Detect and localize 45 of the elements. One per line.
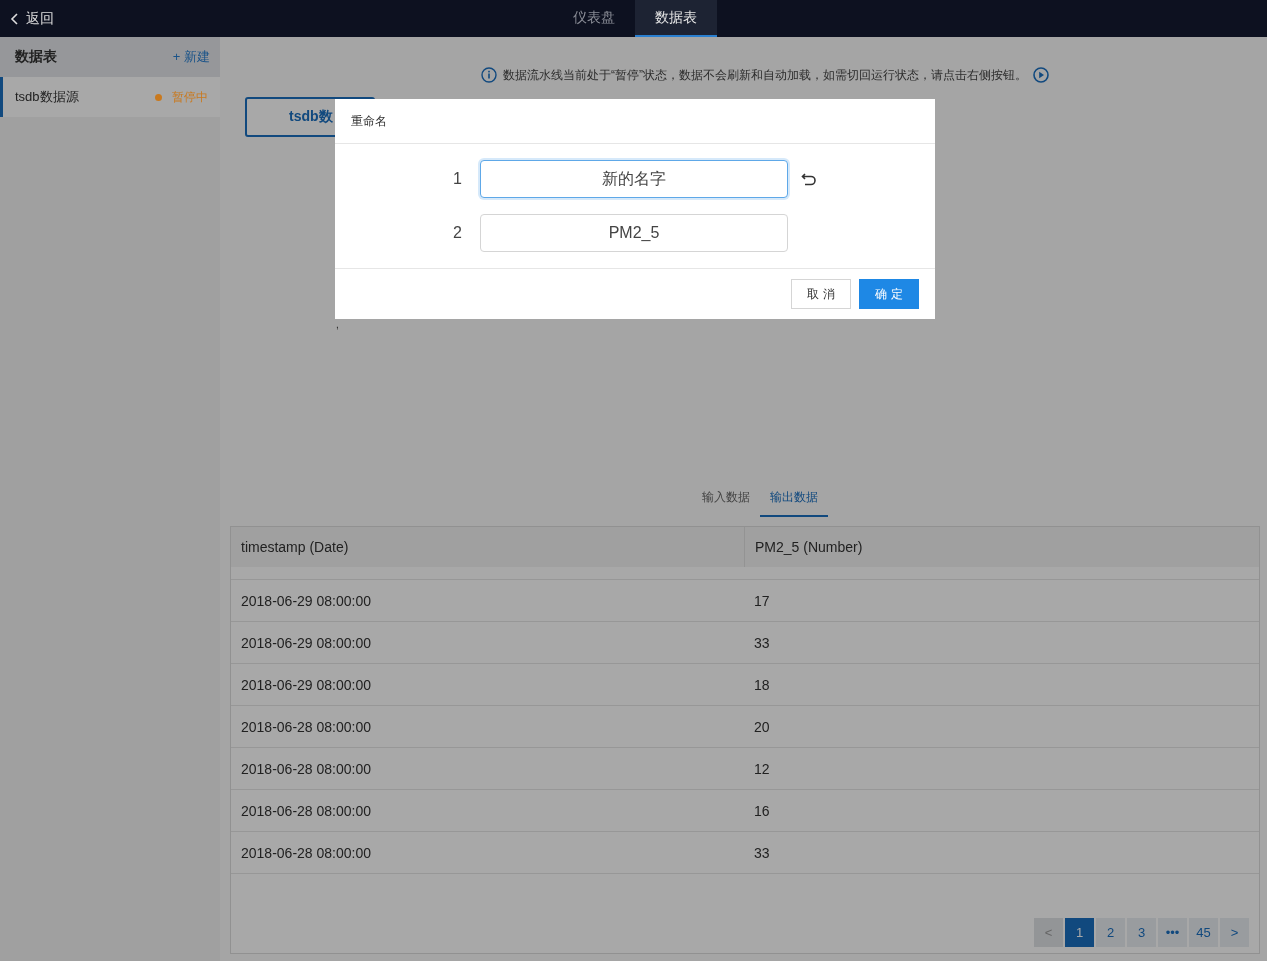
comma-mark: , [336, 319, 340, 331]
nav-tab[interactable]: 数据表 [635, 0, 717, 37]
data-tab[interactable]: 输入数据 [692, 483, 760, 517]
data-tab[interactable]: 输出数据 [760, 483, 828, 517]
table-cell-text: 12 [753, 759, 770, 779]
page-button[interactable]: 3 [1127, 918, 1156, 947]
back-button[interactable]: 返回 [0, 0, 64, 37]
play-icon[interactable] [1033, 67, 1049, 83]
chevron-left-icon [10, 12, 18, 25]
next-page-button[interactable]: > [1220, 918, 1249, 947]
source-name: tsdb数据源 [15, 88, 80, 106]
sidebar-item[interactable]: tsdb数据源 暂停中 [0, 77, 220, 117]
page-button[interactable]: 1 [1065, 918, 1094, 947]
table-cell-text: 2018-06-29 08:00:00 [240, 633, 372, 653]
table-cell-text: 2018-06-29 08:00:00 [240, 675, 372, 695]
table-cell-text: 2018-06-28 08:00:00 [240, 717, 372, 737]
prev-page-button[interactable]: < [1034, 918, 1063, 947]
column-header: timestamp (Date) [231, 527, 745, 567]
table-cell-text: 2018-06-29 08:00:00 [240, 591, 372, 611]
page-button[interactable]: ••• [1158, 918, 1187, 947]
new-link[interactable]: + 新建 [172, 48, 210, 66]
info-icon [481, 67, 497, 83]
table-cell-text: 2018-06-28 08:00:00 [240, 759, 372, 779]
table-cell-text: 16 [753, 801, 770, 821]
status-label: 暂停中 [172, 88, 208, 106]
nav-tab[interactable]: 仪表盘 [553, 0, 635, 37]
name-field[interactable]: 新的名字 [480, 160, 788, 198]
table-cell-text: 2018-06-28 08:00:00 [240, 801, 372, 821]
page-button[interactable]: 45 [1189, 918, 1218, 947]
sidebar-title: 数据表 [15, 48, 57, 66]
field-number: 2 [453, 224, 463, 242]
table-cell-text: 17 [753, 591, 770, 611]
column-header: PM2_5 (Number) [754, 538, 863, 557]
undo-icon[interactable] [801, 172, 817, 186]
notice-text: 数据流水线当前处于“暂停”状态，数据不会刷新和自动加载，如需切回运行状态，请点击右侧按钮。 [503, 66, 1027, 84]
table-cell-text: 20 [753, 717, 770, 737]
cancel-button[interactable]: 取 消 [791, 279, 851, 309]
page-button[interactable]: 2 [1096, 918, 1125, 947]
table-cell-text: 2018-06-28 08:00:00 [240, 843, 372, 863]
table-cell-text: 18 [753, 675, 770, 695]
table-cell-text: 33 [753, 633, 770, 653]
confirm-button[interactable]: 确 定 [859, 279, 919, 309]
field-number: 1 [453, 170, 463, 188]
name-field[interactable]: PM2_5 [480, 214, 788, 252]
table-cell-text: 33 [753, 843, 770, 863]
